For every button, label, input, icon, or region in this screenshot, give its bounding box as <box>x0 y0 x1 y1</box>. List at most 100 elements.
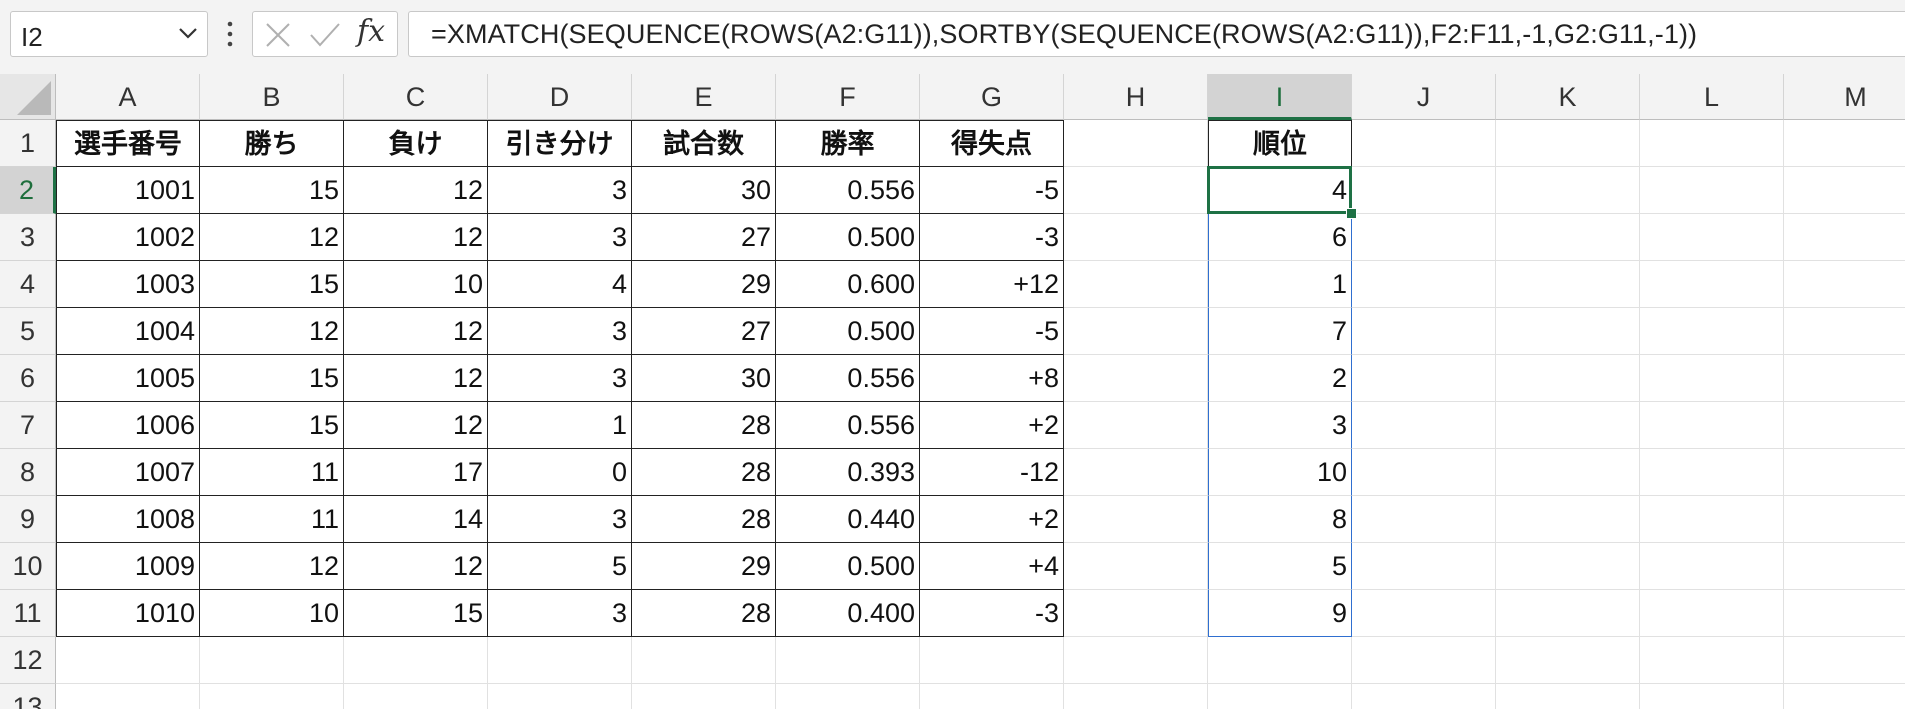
cell-i1[interactable]: 順位 <box>1208 120 1352 167</box>
cell-j4[interactable] <box>1352 261 1496 308</box>
cell-l7[interactable] <box>1640 402 1784 449</box>
cell-d8[interactable]: 0 <box>488 449 632 496</box>
formula-text[interactable]: =XMATCH(SEQUENCE(ROWS(A2:G11)),SORTBY(SE… <box>431 19 1697 50</box>
cell-b4[interactable]: 15 <box>200 261 344 308</box>
cell-a8[interactable]: 1007 <box>56 449 200 496</box>
column-header-e[interactable]: E <box>632 74 776 120</box>
cell-l1[interactable] <box>1640 120 1784 167</box>
cell-e13[interactable] <box>632 684 776 709</box>
cell-k3[interactable] <box>1496 214 1640 261</box>
cell-g4[interactable]: +12 <box>920 261 1064 308</box>
cell-i2[interactable]: 4 <box>1208 167 1352 214</box>
cell-i13[interactable] <box>1208 684 1352 709</box>
cell-a12[interactable] <box>56 637 200 684</box>
cell-a6[interactable]: 1005 <box>56 355 200 402</box>
cell-h6[interactable] <box>1064 355 1208 402</box>
cell-h13[interactable] <box>1064 684 1208 709</box>
insert-function-button[interactable]: fx <box>357 14 385 49</box>
cell-e5[interactable]: 27 <box>632 308 776 355</box>
cell-c3[interactable]: 12 <box>344 214 488 261</box>
cell-b11[interactable]: 10 <box>200 590 344 637</box>
cell-h8[interactable] <box>1064 449 1208 496</box>
cell-i6[interactable]: 2 <box>1208 355 1352 402</box>
cell-c1[interactable]: 負け <box>344 120 488 167</box>
cell-f1[interactable]: 勝率 <box>776 120 920 167</box>
cell-m3[interactable] <box>1784 214 1905 261</box>
cell-h4[interactable] <box>1064 261 1208 308</box>
cell-k7[interactable] <box>1496 402 1640 449</box>
cell-b10[interactable]: 12 <box>200 543 344 590</box>
cell-l11[interactable] <box>1640 590 1784 637</box>
cell-e11[interactable]: 28 <box>632 590 776 637</box>
cell-c7[interactable]: 12 <box>344 402 488 449</box>
cell-m7[interactable] <box>1784 402 1905 449</box>
cell-l6[interactable] <box>1640 355 1784 402</box>
cell-h2[interactable] <box>1064 167 1208 214</box>
cell-l10[interactable] <box>1640 543 1784 590</box>
cell-m9[interactable] <box>1784 496 1905 543</box>
cell-a1[interactable]: 選手番号 <box>56 120 200 167</box>
column-header-a[interactable]: A <box>56 74 200 120</box>
cell-k8[interactable] <box>1496 449 1640 496</box>
cell-g2[interactable]: -5 <box>920 167 1064 214</box>
more-options-icon[interactable] <box>222 16 238 52</box>
cell-g6[interactable]: +8 <box>920 355 1064 402</box>
cell-m8[interactable] <box>1784 449 1905 496</box>
cell-b7[interactable]: 15 <box>200 402 344 449</box>
cell-k10[interactable] <box>1496 543 1640 590</box>
cell-f3[interactable]: 0.500 <box>776 214 920 261</box>
cell-j9[interactable] <box>1352 496 1496 543</box>
row-header-11[interactable]: 11 <box>0 590 56 637</box>
chevron-down-icon[interactable] <box>175 20 201 46</box>
row-header-12[interactable]: 12 <box>0 637 56 684</box>
row-header-8[interactable]: 8 <box>0 449 56 496</box>
cell-i3[interactable]: 6 <box>1208 214 1352 261</box>
cell-m12[interactable] <box>1784 637 1905 684</box>
cell-g10[interactable]: +4 <box>920 543 1064 590</box>
cell-i4[interactable]: 1 <box>1208 261 1352 308</box>
cell-b13[interactable] <box>200 684 344 709</box>
row-header-4[interactable]: 4 <box>0 261 56 308</box>
row-header-7[interactable]: 7 <box>0 402 56 449</box>
cell-d11[interactable]: 3 <box>488 590 632 637</box>
cell-g1[interactable]: 得失点 <box>920 120 1064 167</box>
cell-k9[interactable] <box>1496 496 1640 543</box>
row-header-2[interactable]: 2 <box>0 167 56 214</box>
cell-b12[interactable] <box>200 637 344 684</box>
checkmark-icon[interactable] <box>308 20 342 50</box>
cell-j8[interactable] <box>1352 449 1496 496</box>
cell-c2[interactable]: 12 <box>344 167 488 214</box>
cell-e9[interactable]: 28 <box>632 496 776 543</box>
cell-a4[interactable]: 1003 <box>56 261 200 308</box>
cell-c8[interactable]: 17 <box>344 449 488 496</box>
cell-j5[interactable] <box>1352 308 1496 355</box>
cell-f10[interactable]: 0.500 <box>776 543 920 590</box>
cell-d5[interactable]: 3 <box>488 308 632 355</box>
row-header-13[interactable]: 13 <box>0 684 56 709</box>
cell-b6[interactable]: 15 <box>200 355 344 402</box>
cell-c5[interactable]: 12 <box>344 308 488 355</box>
cell-j13[interactable] <box>1352 684 1496 709</box>
cell-a2[interactable]: 1001 <box>56 167 200 214</box>
column-header-d[interactable]: D <box>488 74 632 120</box>
cell-i8[interactable]: 10 <box>1208 449 1352 496</box>
formula-input[interactable]: =XMATCH(SEQUENCE(ROWS(A2:G11)),SORTBY(SE… <box>408 11 1905 57</box>
cell-d1[interactable]: 引き分け <box>488 120 632 167</box>
cell-h3[interactable] <box>1064 214 1208 261</box>
cell-i11[interactable]: 9 <box>1208 590 1352 637</box>
cancel-icon[interactable] <box>263 20 293 50</box>
row-header-3[interactable]: 3 <box>0 214 56 261</box>
column-header-c[interactable]: C <box>344 74 488 120</box>
cell-i9[interactable]: 8 <box>1208 496 1352 543</box>
cell-j10[interactable] <box>1352 543 1496 590</box>
cell-g9[interactable]: +2 <box>920 496 1064 543</box>
cell-a11[interactable]: 1010 <box>56 590 200 637</box>
cell-l12[interactable] <box>1640 637 1784 684</box>
cell-k12[interactable] <box>1496 637 1640 684</box>
row-header-9[interactable]: 9 <box>0 496 56 543</box>
cell-m1[interactable] <box>1784 120 1905 167</box>
cell-a3[interactable]: 1002 <box>56 214 200 261</box>
cell-j11[interactable] <box>1352 590 1496 637</box>
cell-k1[interactable] <box>1496 120 1640 167</box>
cell-d3[interactable]: 3 <box>488 214 632 261</box>
